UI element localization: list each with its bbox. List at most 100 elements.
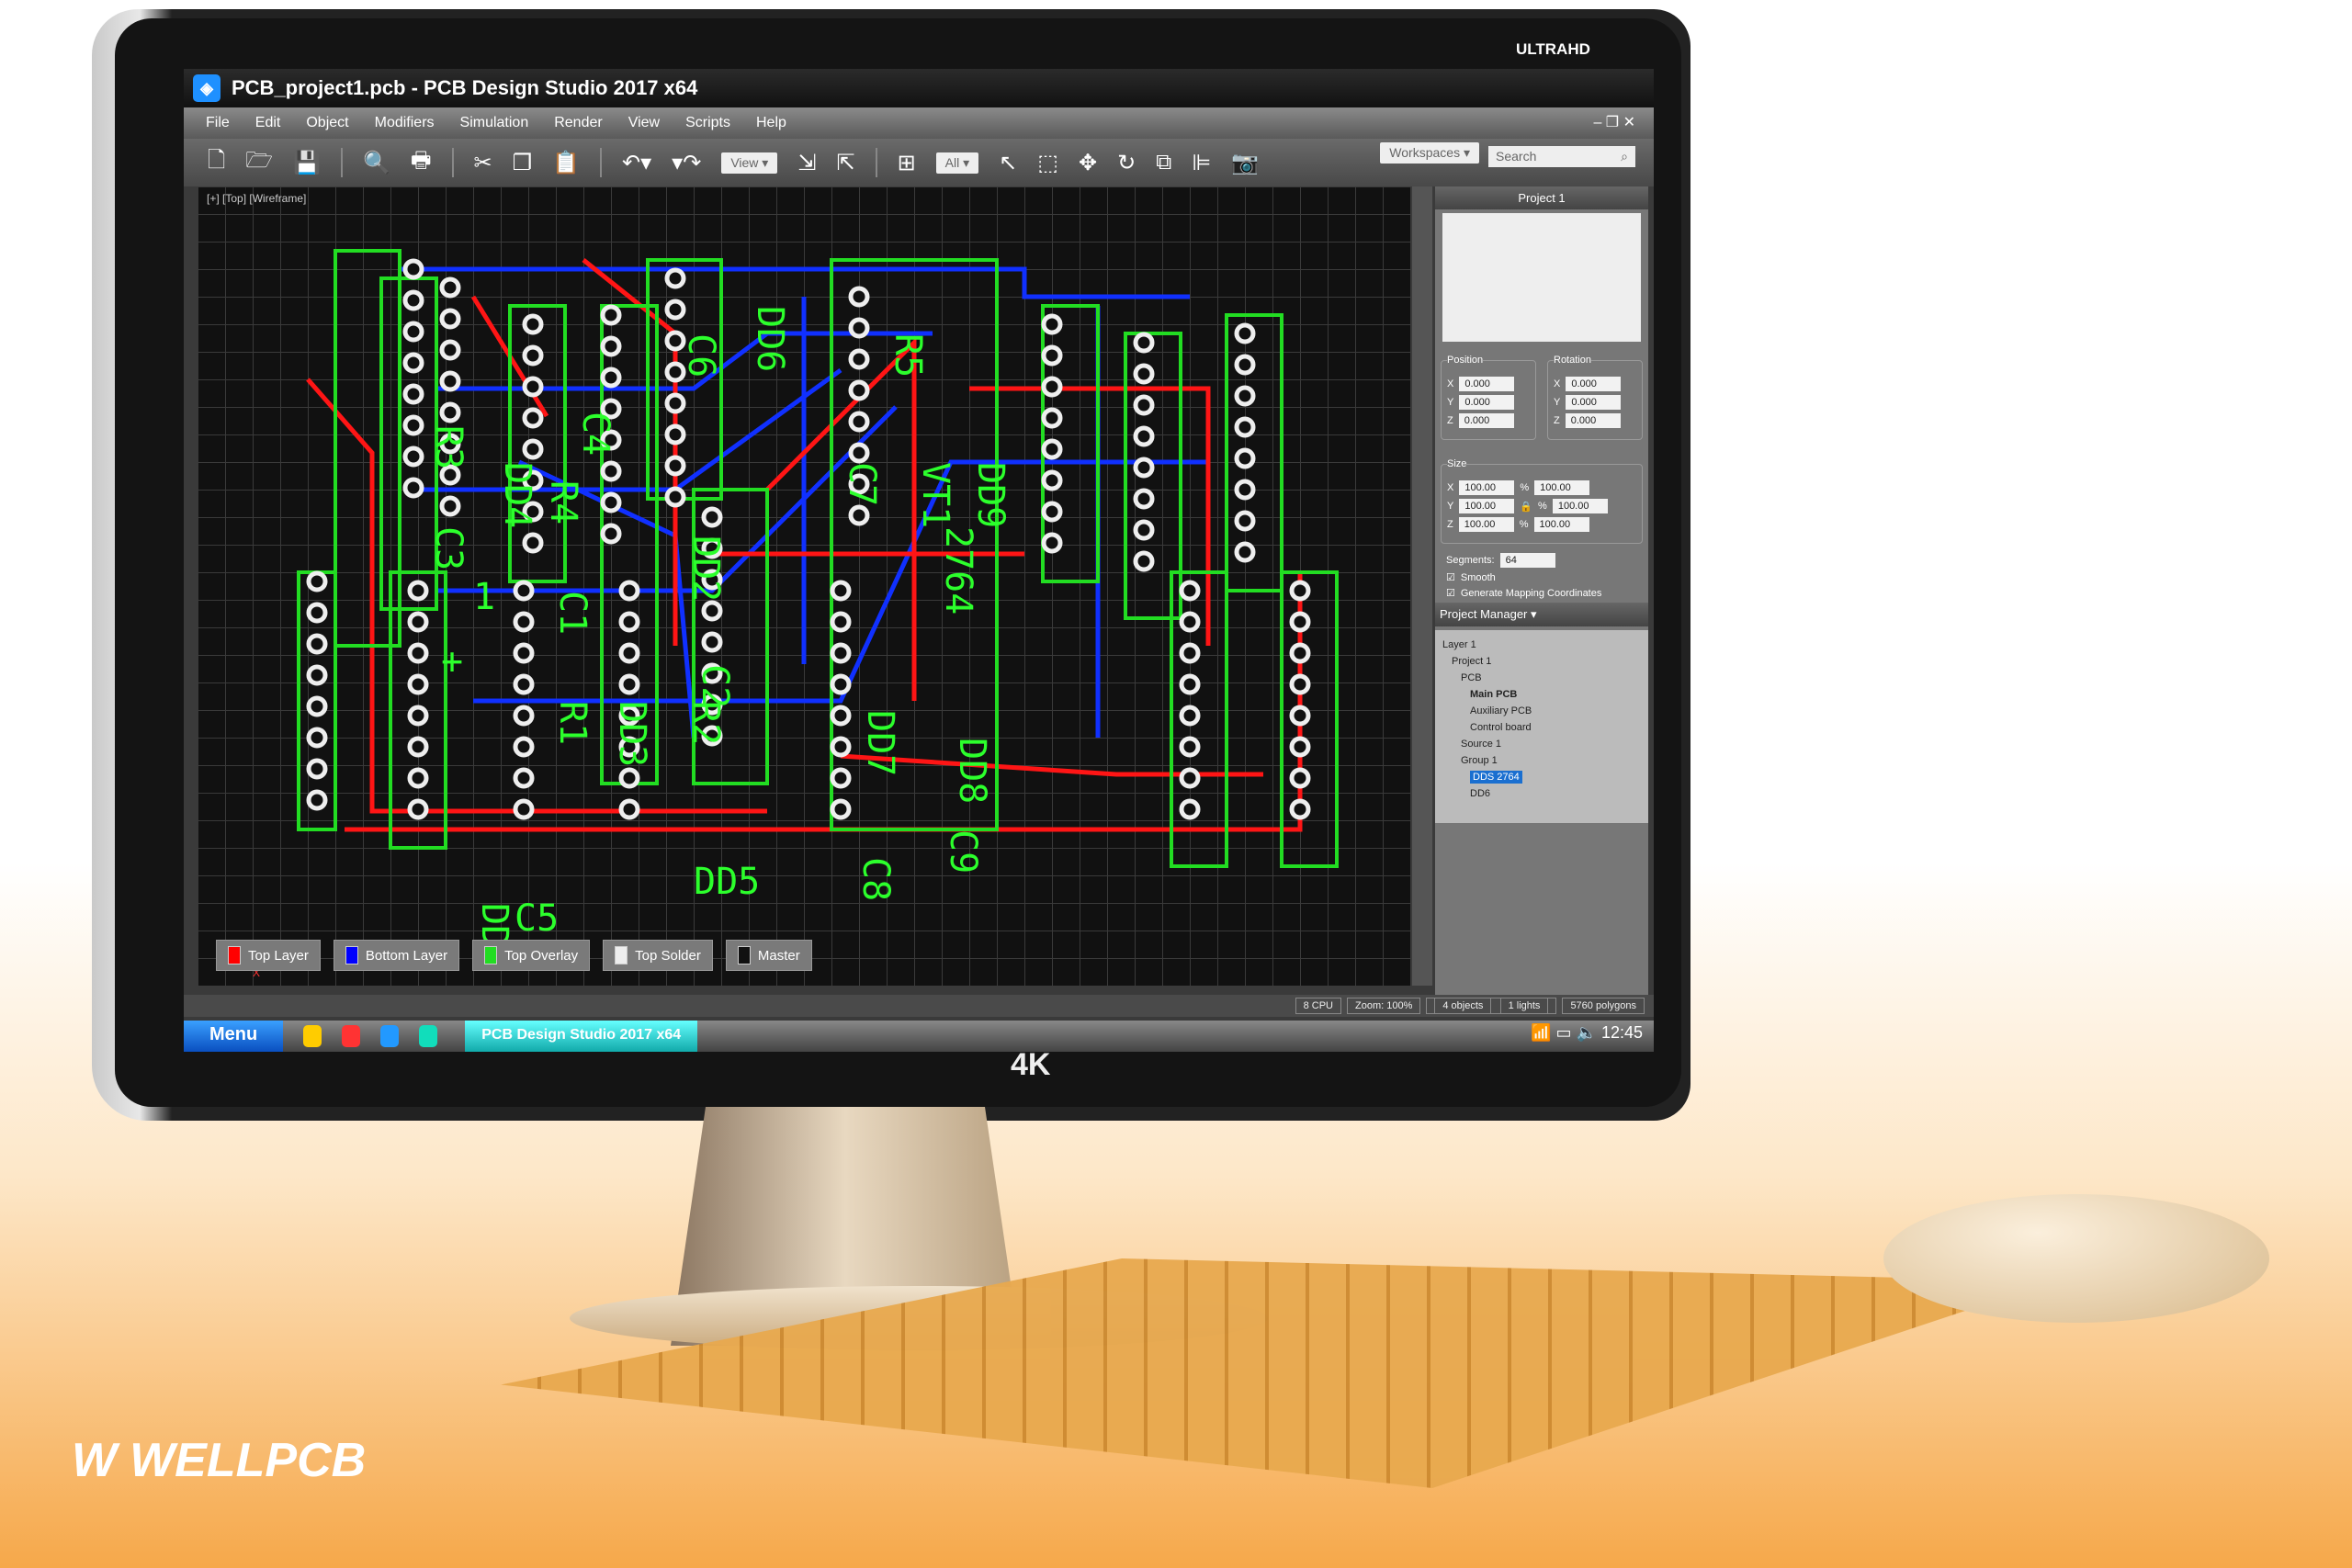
globe-icon[interactable] — [380, 1025, 400, 1047]
pad — [830, 736, 852, 758]
menu-scripts[interactable]: Scripts — [685, 115, 730, 131]
layer-tab[interactable]: Top Solder — [603, 940, 713, 971]
scale-icon[interactable]: ⧉ — [1156, 150, 1171, 175]
taskbar-app-button[interactable]: PCB Design Studio 2017 x64 — [465, 1021, 698, 1052]
layer-tab[interactable]: Bottom Layer — [333, 940, 460, 971]
volume-icon[interactable]: 🔈 — [1577, 1023, 1597, 1042]
rotation-z-input[interactable]: 0.000 — [1565, 413, 1621, 428]
pad — [600, 523, 622, 545]
tree-item[interactable]: Layer 1 — [1442, 639, 1641, 650]
lock-icon[interactable]: 🔒 — [1520, 501, 1532, 513]
copy-icon[interactable]: ❐ — [513, 150, 533, 176]
search-input[interactable]: Search ⌕ — [1488, 146, 1635, 167]
rotation-y-input[interactable]: 0.000 — [1566, 395, 1622, 410]
cut-icon[interactable]: ✂ — [474, 150, 492, 176]
music-icon[interactable] — [342, 1025, 361, 1047]
menu-view[interactable]: View — [628, 115, 660, 131]
size-z-input[interactable]: 100.00 — [1458, 517, 1514, 532]
mail-icon[interactable] — [303, 1025, 322, 1047]
select-icon[interactable]: ↖ — [999, 150, 1017, 176]
mouse — [1883, 1194, 2269, 1323]
project-tree: Layer 1 Project 1 PCB Main PCB Auxiliary… — [1435, 630, 1648, 823]
align-icon[interactable]: ⊫ — [1192, 150, 1211, 176]
position-x-input[interactable]: 0.000 — [1459, 377, 1515, 391]
size-y-percent-input[interactable]: 100.00 — [1552, 499, 1608, 513]
pad — [664, 423, 686, 446]
paste-icon[interactable]: 📋 — [552, 150, 580, 176]
rotate-icon[interactable]: ↻ — [1117, 150, 1136, 176]
new-file-icon[interactable]: 🗋 — [208, 144, 225, 182]
smooth-checkbox[interactable]: ☑ — [1446, 571, 1455, 583]
import-icon[interactable]: ⇲ — [797, 150, 816, 176]
filter-combo[interactable]: All ▾ — [935, 152, 979, 174]
pad — [848, 348, 870, 370]
start-menu-button[interactable]: Menu — [184, 1021, 284, 1052]
select-region-icon[interactable]: ⬚ — [1037, 150, 1058, 176]
pad — [513, 736, 535, 758]
segments-input[interactable]: 64 — [1499, 553, 1555, 568]
position-y-input[interactable]: 0.000 — [1459, 395, 1515, 410]
redo-icon[interactable]: ▾↷ — [672, 150, 701, 176]
pad — [439, 276, 461, 299]
tree-item[interactable]: Main PCB — [1442, 689, 1641, 700]
menu-modifiers[interactable]: Modifiers — [375, 115, 435, 131]
workspaces-combo[interactable]: Workspaces ▾ — [1380, 142, 1479, 164]
open-folder-icon[interactable]: 🗁 — [245, 144, 273, 182]
view-combo[interactable]: View ▾ — [721, 152, 778, 174]
print-preview-icon[interactable]: 🔍 — [363, 150, 390, 176]
save-icon[interactable]: 💾 — [293, 150, 321, 176]
print-icon[interactable]: 🖶 — [411, 144, 432, 182]
window-controls[interactable]: – ❐ ✕ — [1593, 113, 1635, 131]
pad — [848, 442, 870, 464]
pad — [1041, 469, 1063, 491]
size-y-input[interactable]: 100.00 — [1459, 499, 1515, 513]
tree-item[interactable]: Source 1 — [1442, 739, 1641, 750]
scene: ULTRAHD 4K ◈ PCB_project1.pcb - PCB Desi… — [0, 0, 2338, 1552]
project-manager-header[interactable]: Project Manager ▾ — [1435, 603, 1648, 626]
tree-item[interactable]: Group 1 — [1442, 755, 1641, 766]
rotation-x-input[interactable]: 0.000 — [1566, 377, 1622, 391]
monitor-grid-icon[interactable]: ⊞ — [898, 150, 916, 176]
layer-tab[interactable]: Top Layer — [216, 940, 321, 971]
size-x-input[interactable]: 100.00 — [1459, 480, 1515, 495]
cart-icon[interactable] — [419, 1025, 438, 1047]
size-z-percent-input[interactable]: 100.00 — [1533, 517, 1589, 532]
pad — [1179, 642, 1201, 664]
tree-item[interactable]: DD6 — [1442, 788, 1641, 799]
camera-icon[interactable]: 📷 — [1231, 150, 1259, 176]
pad — [439, 308, 461, 330]
mapping-checkbox[interactable]: ☑ — [1446, 587, 1455, 599]
menu-simulation[interactable]: Simulation — [460, 115, 529, 131]
layer-tab[interactable]: Master — [725, 940, 812, 971]
menu-object[interactable]: Object — [306, 115, 348, 131]
move-icon[interactable]: ✥ — [1079, 150, 1097, 176]
layer-color-swatch — [615, 946, 628, 964]
tree-item-selected[interactable]: DDS 2764 — [1470, 771, 1522, 784]
pad — [407, 673, 429, 695]
lights-count: 1 lights — [1499, 998, 1549, 1014]
position-z-input[interactable]: 0.000 — [1458, 413, 1514, 428]
pad — [618, 798, 640, 820]
export-icon[interactable]: ⇱ — [836, 150, 854, 176]
pad — [513, 673, 535, 695]
pad — [513, 642, 535, 664]
pad — [1041, 313, 1063, 335]
battery-icon[interactable]: ▭ — [1555, 1023, 1571, 1042]
menu-help[interactable]: Help — [756, 115, 786, 131]
component-label: R5 — [887, 333, 929, 378]
tree-item[interactable]: PCB — [1442, 672, 1641, 683]
tree-item[interactable]: Control board — [1442, 722, 1641, 733]
undo-icon[interactable]: ↶▾ — [622, 150, 651, 176]
tree-item[interactable]: Auxiliary PCB — [1442, 705, 1641, 716]
viewport-scrollbar[interactable] — [1412, 186, 1432, 986]
menu-file[interactable]: File — [206, 115, 230, 131]
menu-edit[interactable]: Edit — [255, 115, 281, 131]
objects-count: 4 objects — [1434, 998, 1492, 1014]
signal-icon[interactable]: 📶 — [1531, 1023, 1551, 1042]
menu-render[interactable]: Render — [554, 115, 602, 131]
status-polygons[interactable]: 5760 polygons — [1562, 998, 1645, 1014]
pcb-viewport[interactable]: [+] [Top] [Wireframe] R3 C3 DD4 R4 C4 C6 DD2 27… — [198, 186, 1410, 986]
size-x-percent-input[interactable]: 100.00 — [1534, 480, 1590, 495]
layer-tab[interactable]: Top Overlay — [472, 940, 591, 971]
tree-item[interactable]: Project 1 — [1442, 656, 1641, 667]
